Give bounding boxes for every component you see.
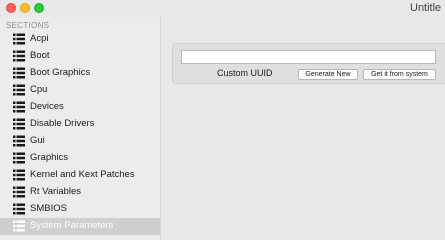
custom-uuid-field[interactable] [181,50,436,64]
sidebar-item-gui[interactable]: Gui [0,133,160,150]
list-icon [13,220,25,232]
sidebar-item-label: Gui [30,135,45,146]
list-icon [13,169,25,181]
sidebar-item-label: Devices [30,101,64,112]
sidebar-item-devices[interactable]: Devices [0,99,160,116]
list-icon [13,67,25,79]
list-icon [13,135,25,147]
list-icon [13,33,25,45]
sidebar-list: Acpi Boot Boot Graphics Cpu Devices Disa… [0,31,160,235]
sidebar-item-label: Rt Variables [30,186,82,197]
sidebar-item-label: SMBIOS [30,203,67,214]
sidebar-item-boot-graphics[interactable]: Boot Graphics [0,65,160,82]
list-icon [13,152,25,164]
list-icon [13,50,25,62]
custom-uuid-label: Custom UUID [217,68,273,78]
sidebar-item-acpi[interactable]: Acpi [0,31,160,48]
get-from-system-button[interactable]: Get it from system [363,69,436,80]
sidebar: SECTIONS Acpi Boot Boot Graphics Cpu Dev… [0,17,161,240]
sidebar-section-header: SECTIONS [6,21,50,30]
title-bar: Untitle [0,0,445,18]
sidebar-item-label: Boot [30,50,50,61]
generate-new-button[interactable]: Generate New [298,69,358,80]
main-content: Custom UUID Generate New Get it from sys… [161,17,445,240]
sidebar-item-label: Kernel and Kext Patches [30,169,135,180]
close-window-button[interactable] [6,3,16,13]
sidebar-item-label: Disable Drivers [30,118,95,129]
list-icon [13,186,25,198]
minimize-window-button[interactable] [20,3,30,13]
list-icon [13,118,25,130]
sidebar-item-label: Boot Graphics [30,67,91,78]
window-title: Untitle [410,2,442,14]
zoom-window-button[interactable] [34,3,44,13]
sidebar-item-label: Graphics [30,152,69,163]
sidebar-item-graphics[interactable]: Graphics [0,150,160,167]
sidebar-item-label: System Parameters [30,220,114,231]
custom-uuid-panel: Custom UUID Generate New Get it from sys… [172,43,445,84]
sidebar-item-label: Acpi [30,33,49,44]
sidebar-item-cpu[interactable]: Cpu [0,82,160,99]
sidebar-item-disable-drivers[interactable]: Disable Drivers [0,116,160,133]
list-icon [13,203,25,215]
list-icon [13,101,25,113]
list-icon [13,84,25,96]
sidebar-item-system-parameters[interactable]: System Parameters [0,218,160,235]
sidebar-item-kernel-and-kext-patches[interactable]: Kernel and Kext Patches [0,167,160,184]
sidebar-item-label: Cpu [30,84,48,95]
sidebar-item-boot[interactable]: Boot [0,48,160,65]
sidebar-item-smbios[interactable]: SMBIOS [0,201,160,218]
sidebar-item-rt-variables[interactable]: Rt Variables [0,184,160,201]
